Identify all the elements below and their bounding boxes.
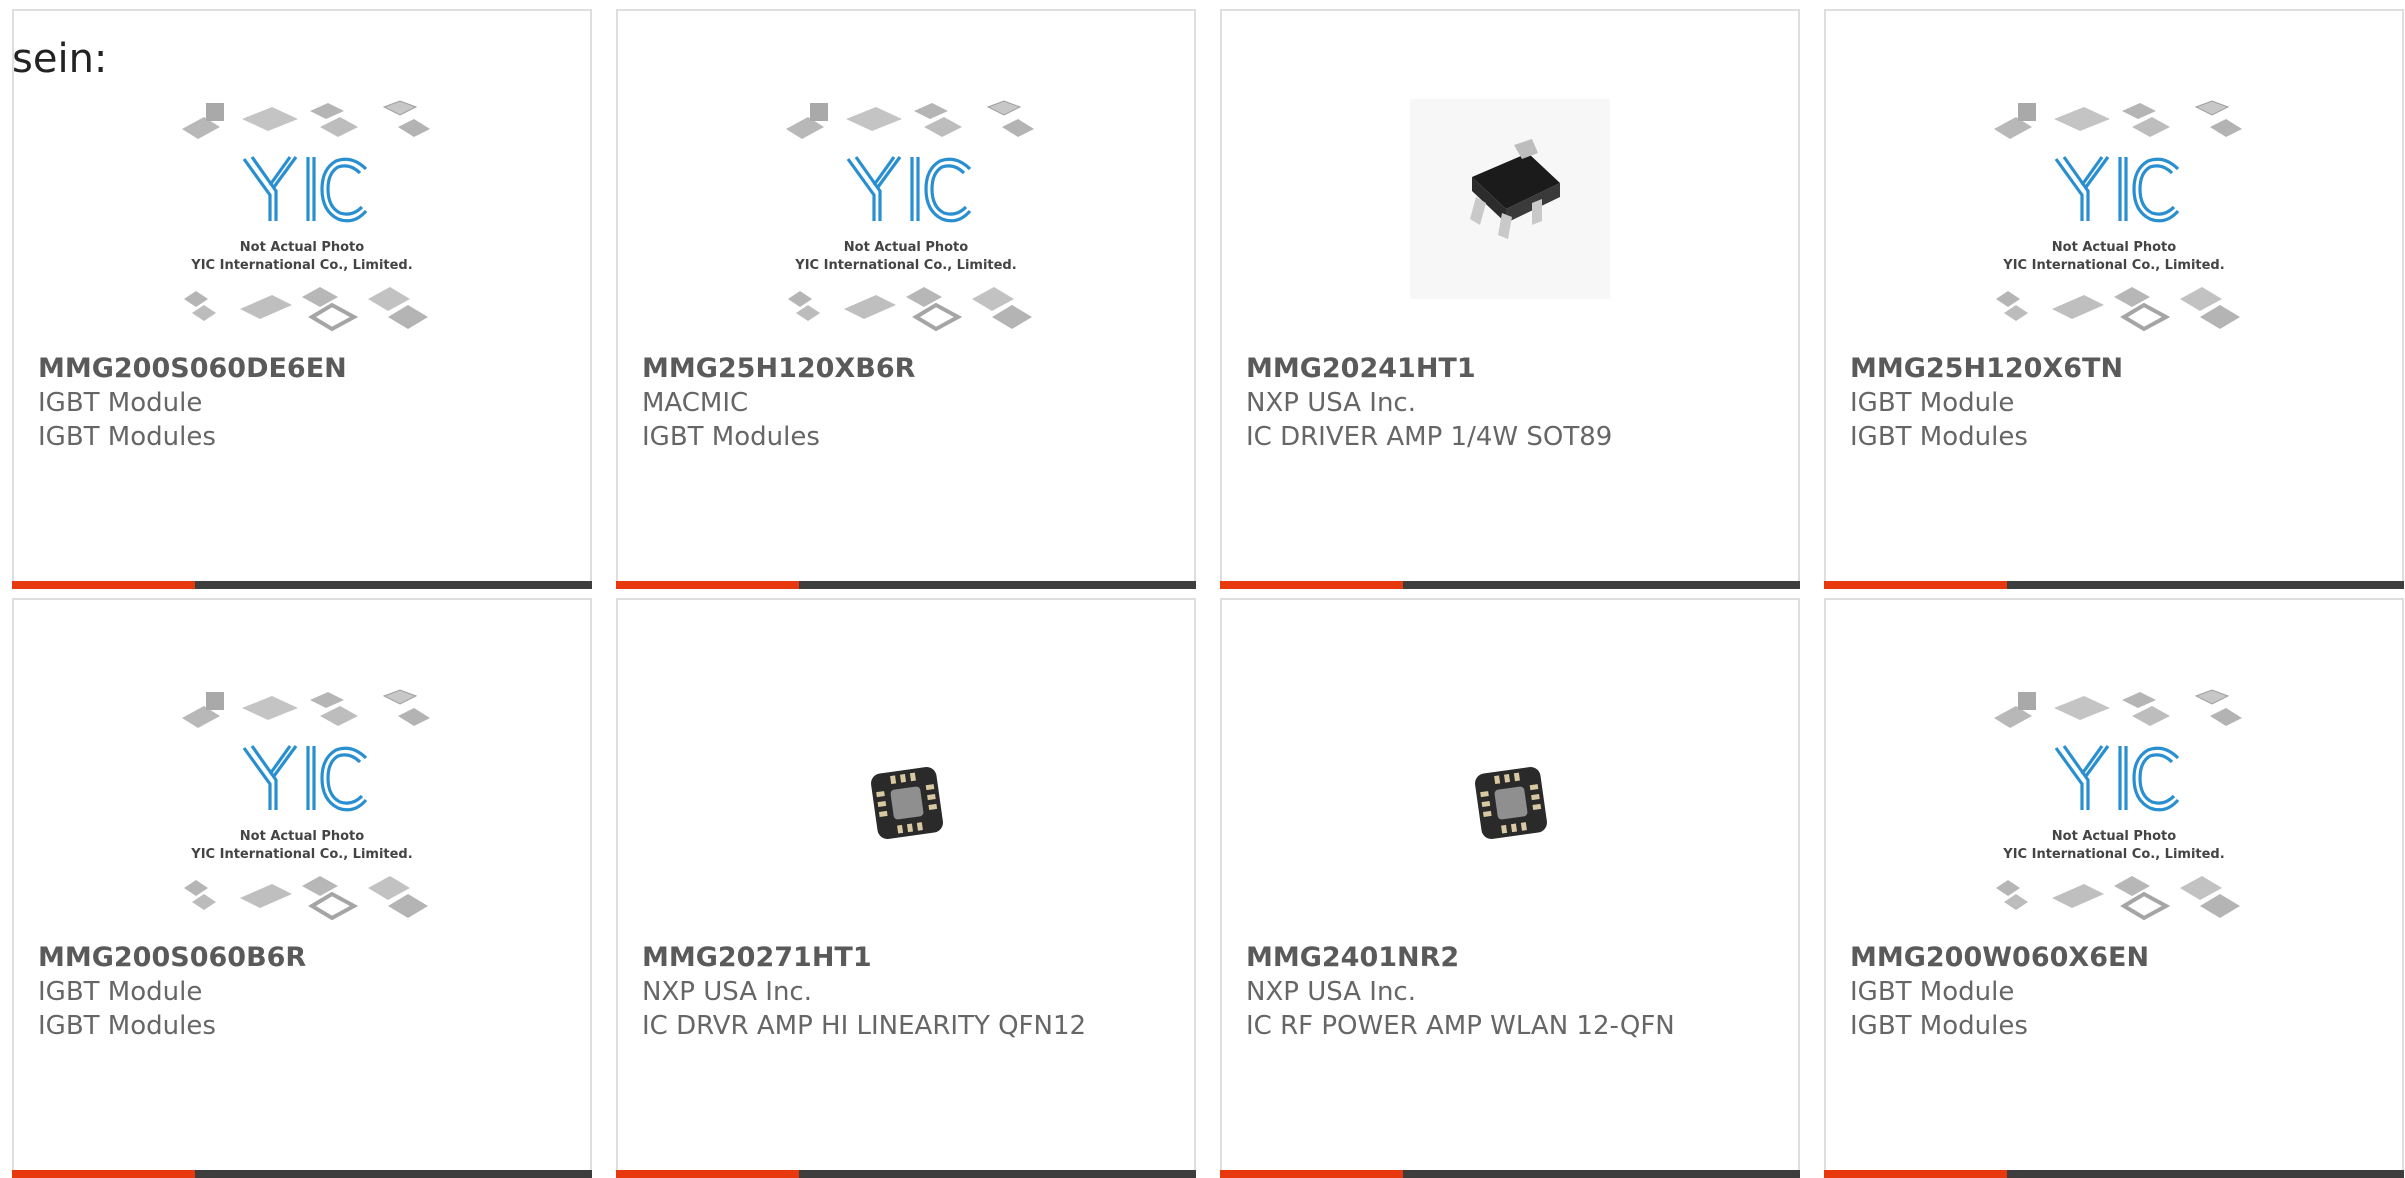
product-image[interactable] — [1222, 688, 1798, 938]
chip-row-bottom-icon — [1996, 287, 2240, 332]
yic-logo-icon — [2054, 745, 2180, 812]
product-card[interactable]: Not Actual Photo YIC International Co., … — [1824, 598, 2404, 1178]
svg-text:Not Actual Photo: Not Actual Photo — [240, 240, 364, 255]
svg-text:Not Actual Photo: Not Actual Photo — [2052, 240, 2176, 255]
accent-bar — [616, 581, 799, 589]
description: IGBT Modules — [1850, 1011, 2028, 1041]
accent-bar — [12, 1170, 195, 1178]
svg-text:YIC International Co., Limited: YIC International Co., Limited. — [190, 847, 412, 862]
product-grid: Not Actual Photo YIC International Co., … — [12, 9, 2404, 1178]
card-footer-bar — [12, 581, 592, 589]
card-footer-bar — [1824, 581, 2404, 589]
part-number[interactable]: MMG2401NR2 — [1246, 941, 1774, 975]
product-card[interactable]: Not Actual Photo YIC International Co., … — [1824, 9, 2404, 589]
yic-logo-icon — [846, 156, 972, 223]
svg-text:YIC International Co., Limited: YIC International Co., Limited. — [2002, 258, 2224, 273]
accent-bar — [616, 1170, 799, 1178]
svg-text:Not Actual Photo: Not Actual Photo — [2052, 829, 2176, 844]
accent-bar — [12, 581, 195, 589]
svg-text:Not Actual Photo: Not Actual Photo — [844, 240, 968, 255]
card-footer-bar — [616, 581, 1196, 589]
chip-row-top-icon — [1994, 689, 2242, 728]
product-image[interactable]: Not Actual Photo YIC International Co., … — [1826, 688, 2402, 938]
card-footer-bar — [12, 1170, 592, 1178]
yic-logo-icon — [242, 156, 368, 223]
manufacturer: NXP USA Inc. — [1246, 388, 1416, 418]
card-footer-bar — [1220, 581, 1800, 589]
svg-text:YIC International Co., Limited: YIC International Co., Limited. — [2002, 847, 2224, 862]
chip-row-top-icon — [182, 689, 430, 728]
manufacturer: NXP USA Inc. — [1246, 977, 1416, 1007]
manufacturer: NXP USA Inc. — [642, 977, 812, 1007]
product-image[interactable] — [618, 688, 1194, 938]
manufacturer: IGBT Module — [38, 977, 203, 1007]
product-card[interactable]: Not Actual Photo YIC International Co., … — [12, 598, 592, 1178]
description: IGBT Modules — [1850, 422, 2028, 452]
qfn-chip-icon — [871, 767, 943, 839]
chip-row-top-icon — [786, 100, 1034, 139]
yic-logo-icon — [2054, 156, 2180, 223]
description: IC DRIVER AMP 1/4W SOT89 — [1246, 422, 1613, 452]
part-number[interactable]: MMG200W060X6EN — [1850, 941, 2378, 975]
product-image[interactable]: Not Actual Photo YIC International Co., … — [14, 99, 590, 349]
svg-text:YIC International Co., Limited: YIC International Co., Limited. — [794, 258, 1016, 273]
product-image[interactable]: Not Actual Photo YIC International Co., … — [14, 688, 590, 938]
product-card[interactable]: MMG20271HT1 NXP USA Inc. IC DRVR AMP HI … — [616, 598, 1196, 1178]
description: IGBT Modules — [38, 422, 216, 452]
product-card[interactable]: MMG2401NR2 NXP USA Inc. IC RF POWER AMP … — [1220, 598, 1800, 1178]
chip-row-bottom-icon — [788, 287, 1032, 332]
manufacturer: IGBT Module — [38, 388, 203, 418]
chip-row-bottom-icon — [184, 287, 428, 332]
manufacturer: IGBT Module — [1850, 388, 2015, 418]
part-number[interactable]: MMG25H120X6TN — [1850, 352, 2378, 386]
part-number[interactable]: MMG20271HT1 — [642, 941, 1170, 975]
card-footer-bar — [616, 1170, 1196, 1178]
description: IC RF POWER AMP WLAN 12-QFN — [1246, 1011, 1675, 1041]
svg-text:YIC International Co., Limited: YIC International Co., Limited. — [190, 258, 412, 273]
svg-text:Not Actual Photo: Not Actual Photo — [240, 829, 364, 844]
part-number[interactable]: MMG200S060B6R — [38, 941, 566, 975]
description: IGBT Modules — [38, 1011, 216, 1041]
part-number[interactable]: MMG20241HT1 — [1246, 352, 1774, 386]
chip-row-bottom-icon — [184, 876, 428, 921]
chip-row-bottom-icon — [1996, 876, 2240, 921]
part-number[interactable]: MMG25H120XB6R — [642, 352, 1170, 386]
product-card[interactable]: Not Actual Photo YIC International Co., … — [616, 9, 1196, 589]
qfn-chip-icon — [1475, 767, 1547, 839]
product-card[interactable]: Not Actual Photo YIC International Co., … — [12, 9, 592, 589]
manufacturer: IGBT Module — [1850, 977, 2015, 1007]
description: IC DRVR AMP HI LINEARITY QFN12 — [642, 1011, 1087, 1041]
product-image[interactable] — [1222, 99, 1798, 349]
card-footer-bar — [1824, 1170, 2404, 1178]
product-card[interactable]: MMG20241HT1 NXP USA Inc. IC DRIVER AMP 1… — [1220, 9, 1800, 589]
card-footer-bar — [1220, 1170, 1800, 1178]
chip-row-top-icon — [182, 100, 430, 139]
accent-bar — [1824, 581, 2007, 589]
part-number[interactable]: MMG200S060DE6EN — [38, 352, 566, 386]
yic-logo-icon — [242, 745, 368, 812]
accent-bar — [1824, 1170, 2007, 1178]
product-image[interactable]: Not Actual Photo YIC International Co., … — [618, 99, 1194, 349]
accent-bar — [1220, 581, 1403, 589]
chip-row-top-icon — [1994, 100, 2242, 139]
product-image[interactable]: Not Actual Photo YIC International Co., … — [1826, 99, 2402, 349]
description: IGBT Modules — [642, 422, 820, 452]
accent-bar — [1220, 1170, 1403, 1178]
intro-text: sein: — [12, 36, 108, 82]
manufacturer: MACMIC — [642, 388, 749, 418]
